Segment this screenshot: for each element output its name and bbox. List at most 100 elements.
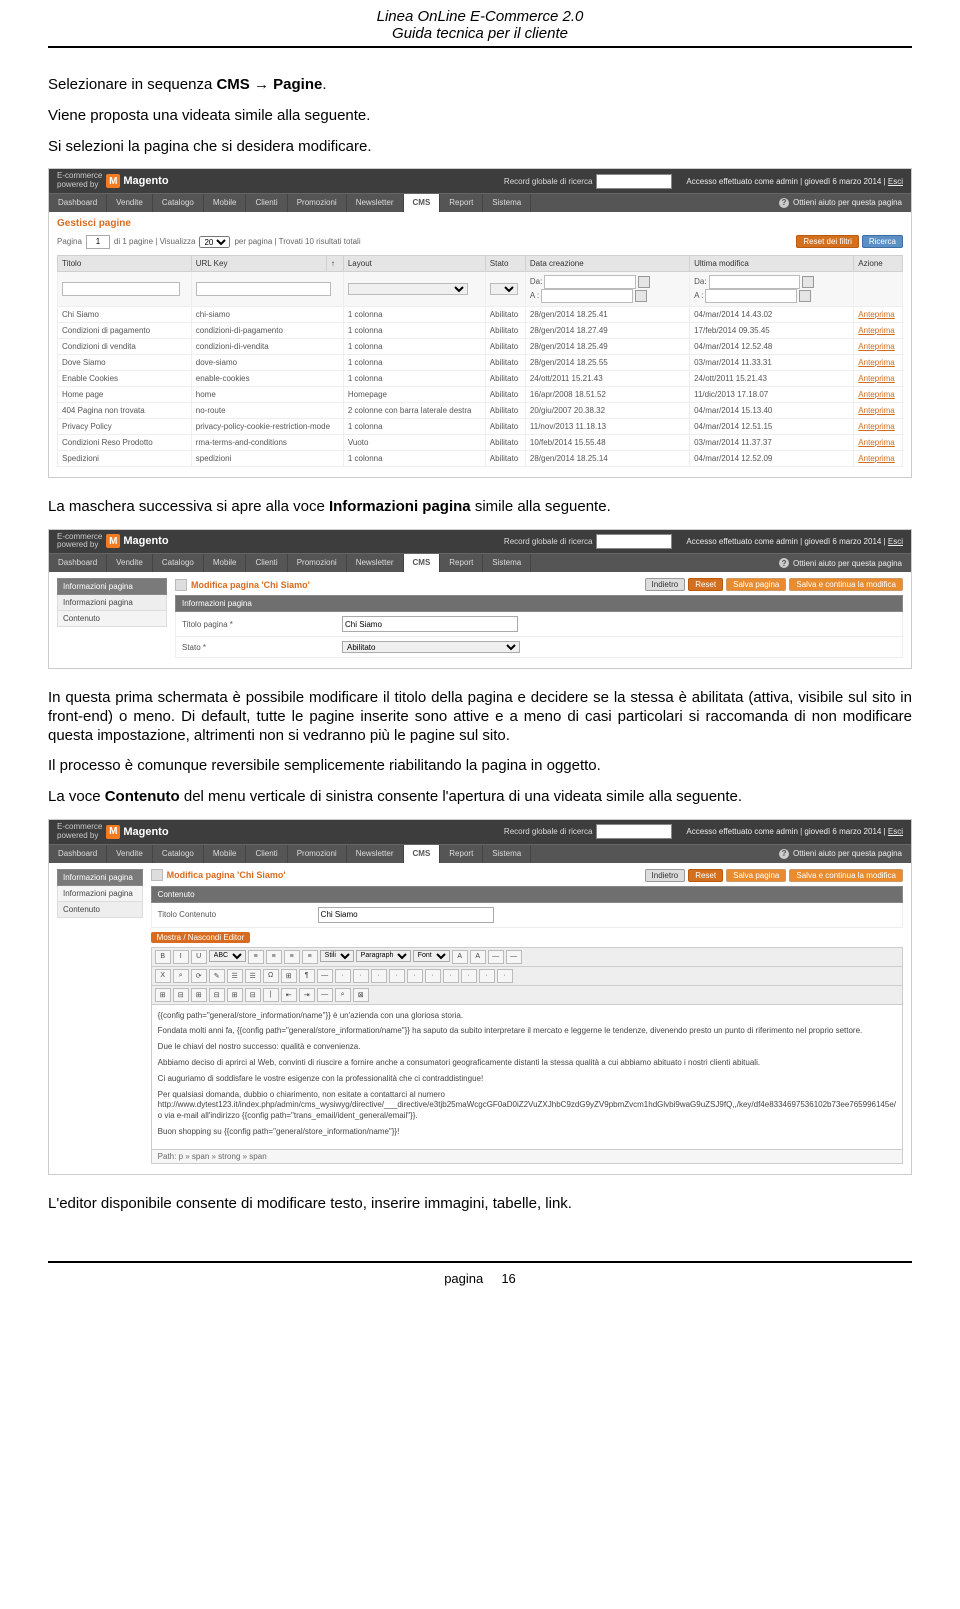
toolbar-select[interactable]: Font <box>413 950 450 962</box>
toolbar-button[interactable]: · <box>443 969 459 983</box>
toolbar-button[interactable]: ≡ <box>248 950 264 964</box>
toolbar-button[interactable]: ⊟ <box>245 988 261 1002</box>
menu-mobile[interactable]: Mobile <box>204 845 247 863</box>
menu-dashboard[interactable]: Dashboard <box>49 845 107 863</box>
help-link[interactable]: ? Ottieni aiuto per questa pagina <box>770 554 911 572</box>
grid-row[interactable]: Condizioni Reso Prodottorma-terms-and-co… <box>58 434 903 450</box>
grid-row[interactable]: Spedizionispedizioni1 colonnaAbilitato28… <box>58 450 903 466</box>
menu-promozioni[interactable]: Promozioni <box>288 554 347 572</box>
toolbar-button[interactable]: ⇥ <box>299 988 315 1002</box>
menu-promozioni[interactable]: Promozioni <box>288 845 347 863</box>
toolbar-button[interactable]: ⌕ <box>173 969 189 983</box>
cell-anteprima-link[interactable]: Anteprima <box>854 306 903 322</box>
toolbar-button[interactable]: ☰ <box>245 969 261 983</box>
cell-anteprima-link[interactable]: Anteprima <box>854 338 903 354</box>
toolbar-button[interactable]: · <box>479 969 495 983</box>
toolbar-button[interactable]: ☰ <box>227 969 243 983</box>
back-button[interactable]: Indietro <box>645 869 686 882</box>
toolbar-select[interactable]: Stili <box>320 950 354 962</box>
menu-vendite[interactable]: Vendite <box>107 194 153 212</box>
global-search-input[interactable] <box>596 174 672 189</box>
toolbar-select[interactable]: ABC <box>209 950 246 962</box>
save-button[interactable]: Salva pagina <box>726 578 786 591</box>
grid-row[interactable]: Condizioni di pagamentocondizioni-di-pag… <box>58 322 903 338</box>
toolbar-button[interactable]: · <box>425 969 441 983</box>
filter-dc-a[interactable] <box>541 289 632 303</box>
toolbar-button[interactable]: I <box>173 950 189 964</box>
toolbar-button[interactable]: ≡ <box>266 950 282 964</box>
toolbar-button[interactable]: X <box>155 969 171 983</box>
help-link[interactable]: ? Ottieni aiuto per questa pagina <box>770 194 911 212</box>
sidebar-item-contenuto[interactable]: Contenuto <box>57 611 167 627</box>
col-urlkey[interactable]: URL Key <box>191 255 326 271</box>
reset-filters-button[interactable]: Reset dei filtri <box>796 235 858 248</box>
cell-anteprima-link[interactable]: Anteprima <box>854 322 903 338</box>
calendar-icon[interactable] <box>799 290 811 302</box>
save-continue-button[interactable]: Salva e continua la modifica <box>789 869 903 882</box>
menu-catalogo[interactable]: Catalogo <box>153 194 204 212</box>
menu-newsletter[interactable]: Newsletter <box>347 554 404 572</box>
sidebar-item-info[interactable]: Informazioni pagina <box>57 886 143 902</box>
field-title-input[interactable] <box>342 616 518 632</box>
back-button[interactable]: Indietro <box>645 578 686 591</box>
toolbar-button[interactable]: ⊟ <box>209 988 225 1002</box>
col-stato[interactable]: Stato <box>485 255 525 271</box>
toolbar-button[interactable]: · <box>497 969 513 983</box>
menu-dashboard[interactable]: Dashboard <box>49 554 107 572</box>
menu-dashboard[interactable]: Dashboard <box>49 194 107 212</box>
grid-row[interactable]: Dove Siamodove-siamo1 colonnaAbilitato28… <box>58 354 903 370</box>
menu-cms[interactable]: CMS <box>404 845 441 863</box>
toolbar-button[interactable]: ✎ <box>209 969 225 983</box>
save-button[interactable]: Salva pagina <box>726 869 786 882</box>
toolbar-button[interactable]: | <box>263 988 279 1002</box>
toolbar-button[interactable]: B <box>155 950 171 964</box>
logout-link[interactable]: Esci <box>888 827 903 836</box>
calendar-icon[interactable] <box>638 276 650 288</box>
col-layout[interactable]: Layout <box>343 255 485 271</box>
toolbar-button[interactable]: — <box>488 950 504 964</box>
toolbar-button[interactable]: ⟳ <box>191 969 207 983</box>
filter-um-da[interactable] <box>709 275 800 289</box>
toolbar-button[interactable]: A <box>470 950 486 964</box>
pager-page-input[interactable] <box>86 235 110 249</box>
calendar-icon[interactable] <box>635 290 647 302</box>
menu-report[interactable]: Report <box>440 194 483 212</box>
cell-anteprima-link[interactable]: Anteprima <box>854 450 903 466</box>
search-button[interactable]: Ricerca <box>862 235 903 248</box>
menu-sistema[interactable]: Sistema <box>483 194 531 212</box>
col-sort[interactable]: ↑ <box>326 255 343 271</box>
menu-clienti[interactable]: Clienti <box>246 554 287 572</box>
toolbar-button[interactable]: U <box>191 950 207 964</box>
grid-row[interactable]: Chi Siamochi-siamo1 colonnaAbilitato28/g… <box>58 306 903 322</box>
toggle-editor-button[interactable]: Mostra / Nascondi Editor <box>151 932 251 943</box>
toolbar-button[interactable]: · <box>335 969 351 983</box>
col-ultima-modifica[interactable]: Ultima modifica <box>690 255 854 271</box>
sidebar-item-contenuto[interactable]: Contenuto <box>57 902 143 918</box>
menu-promozioni[interactable]: Promozioni <box>288 194 347 212</box>
menu-cms[interactable]: CMS <box>404 554 441 572</box>
toolbar-button[interactable]: ¶ <box>299 969 315 983</box>
col-data-creazione[interactable]: Data creazione <box>525 255 689 271</box>
cell-anteprima-link[interactable]: Anteprima <box>854 370 903 386</box>
toolbar-button[interactable]: · <box>461 969 477 983</box>
global-search-input[interactable] <box>596 824 672 839</box>
filter-stato[interactable] <box>490 283 518 295</box>
cell-anteprima-link[interactable]: Anteprima <box>854 402 903 418</box>
menu-sistema[interactable]: Sistema <box>483 845 531 863</box>
field-content-title-input[interactable] <box>318 907 494 923</box>
filter-urlkey[interactable] <box>196 282 331 296</box>
toolbar-button[interactable]: ⊞ <box>191 988 207 1002</box>
calendar-icon[interactable] <box>802 276 814 288</box>
toolbar-button[interactable]: ≡ <box>284 950 300 964</box>
toolbar-button[interactable]: Ω <box>263 969 279 983</box>
menu-vendite[interactable]: Vendite <box>107 554 153 572</box>
toolbar-button[interactable]: — <box>506 950 522 964</box>
grid-row[interactable]: Condizioni di venditacondizioni-di-vendi… <box>58 338 903 354</box>
wysiwyg-editor[interactable]: {{config path="general/store_information… <box>151 1004 903 1150</box>
toolbar-button[interactable]: · <box>407 969 423 983</box>
cell-anteprima-link[interactable]: Anteprima <box>854 434 903 450</box>
toolbar-button[interactable]: ⌕ <box>335 988 351 1002</box>
toolbar-button[interactable]: ⇤ <box>281 988 297 1002</box>
reset-button[interactable]: Reset <box>688 869 723 882</box>
help-link[interactable]: ? Ottieni aiuto per questa pagina <box>770 845 911 863</box>
